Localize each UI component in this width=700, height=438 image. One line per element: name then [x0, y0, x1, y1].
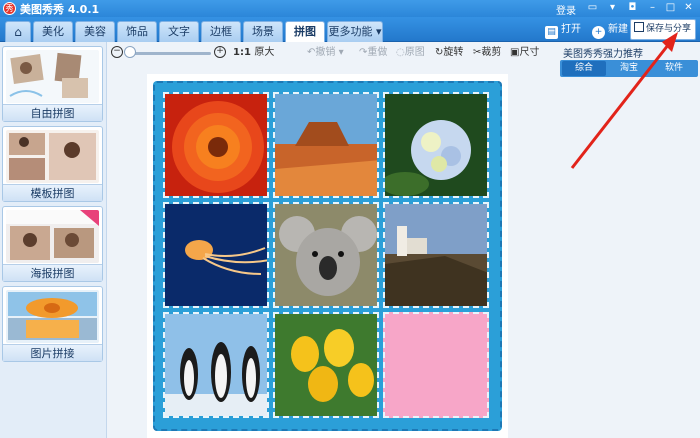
- zoom-in-icon[interactable]: +: [214, 46, 226, 58]
- home-icon: ⌂: [14, 25, 22, 39]
- image-stitch-label: 图片拼接: [3, 344, 102, 361]
- save-icon: [634, 22, 644, 32]
- left-panel: 自由拼图 模板拼图 海报拼图 图片拼接: [0, 42, 107, 438]
- redo-button[interactable]: ↷重做: [359, 46, 387, 60]
- main-tab-bar: ⌂ 美化 美容 饰品 文字 边框 场景 拼图 更多功能 ▾ ▤ 打开 + 新建 保存…: [0, 17, 700, 42]
- original-size-ratio: 1:1: [233, 47, 251, 58]
- free-collage-thumbnail: [6, 50, 99, 103]
- resize-label: 尺寸: [519, 47, 540, 58]
- rotate-label: 旋转: [443, 47, 464, 58]
- image-stitch-card[interactable]: 图片拼接: [2, 286, 103, 362]
- zoom-out-icon[interactable]: −: [111, 46, 123, 58]
- tab-beauty[interactable]: 美容: [75, 21, 115, 42]
- plus-circle-icon: +: [592, 26, 605, 39]
- tab-comprehensive[interactable]: 综合: [562, 61, 606, 76]
- collage-canvas[interactable]: [147, 74, 508, 438]
- crop-button[interactable]: ✂裁剪: [473, 46, 501, 60]
- open-label: 打开: [561, 24, 581, 35]
- login-link[interactable]: 登录: [556, 2, 576, 17]
- app-title: 美图秀秀 4.0.1: [20, 3, 100, 16]
- maximize-icon[interactable]: □: [664, 2, 677, 15]
- poster-collage-label: 海报拼图: [3, 264, 102, 281]
- collage-cell-lighthouse[interactable]: [383, 202, 489, 308]
- skin-icon[interactable]: ▭: [586, 2, 599, 15]
- collage-cell-jellyfish[interactable]: [163, 202, 269, 308]
- redo-label: 重做: [367, 47, 388, 58]
- app-logo-icon: 秀: [3, 2, 16, 15]
- tab-more-features[interactable]: 更多功能 ▾: [327, 21, 383, 42]
- image-stitch-thumbnail: [6, 290, 99, 343]
- collage-cell-koala[interactable]: [273, 202, 379, 308]
- new-button[interactable]: + 新建: [592, 21, 628, 39]
- original-size-button[interactable]: 1:1 原大: [233, 46, 274, 60]
- reset-icon: ◌: [396, 47, 405, 58]
- poster-collage-thumbnail: [6, 210, 99, 263]
- free-collage-label: 自由拼图: [3, 104, 102, 121]
- template-collage-card[interactable]: 模板拼图: [2, 126, 103, 202]
- template-collage-thumbnail: [6, 130, 99, 183]
- tab-home[interactable]: ⌂: [5, 21, 31, 42]
- tab-beautify[interactable]: 美化: [33, 21, 73, 42]
- recommend-title: 美图秀秀强力推荐: [563, 49, 643, 60]
- open-button[interactable]: ▤ 打开: [545, 21, 581, 39]
- minimize-icon[interactable]: –: [646, 2, 659, 15]
- title-bar: 秀 美图秀秀 4.0.1 登录 ▭ ▾ ◘ – □ ✕: [0, 0, 700, 17]
- tab-border[interactable]: 边框: [201, 21, 241, 42]
- template-collage-label: 模板拼图: [3, 184, 102, 201]
- new-label: 新建: [608, 24, 628, 35]
- menu-icon[interactable]: ▾: [606, 2, 619, 15]
- recommend-tabs: 综合 淘宝 软件: [560, 60, 698, 77]
- reset-button[interactable]: ◌原图: [396, 46, 425, 60]
- edit-toolbar: − + 1:1 原大 ↶撤销 ▾ ↷重做 ◌原图 ↻旋转 ✂裁剪 ▣尺寸: [107, 42, 547, 64]
- tab-collage[interactable]: 拼图: [285, 21, 325, 42]
- tab-taobao[interactable]: 淘宝: [607, 61, 651, 76]
- undo-button[interactable]: ↶撤销 ▾: [307, 46, 344, 60]
- folder-icon: ▤: [545, 26, 558, 39]
- tab-text[interactable]: 文字: [159, 21, 199, 42]
- settings-icon[interactable]: ◘: [626, 2, 639, 15]
- collage-cell-desert[interactable]: [273, 92, 379, 198]
- tab-software[interactable]: 软件: [652, 61, 696, 76]
- collage-cell-empty[interactable]: [383, 312, 489, 418]
- undo-chevron-icon: ▾: [335, 47, 344, 58]
- collage-cell-flower[interactable]: [163, 92, 269, 198]
- rotate-button[interactable]: ↻旋转: [435, 46, 463, 60]
- undo-label: 撤销: [315, 47, 336, 58]
- save-share-label: 保存与分享: [646, 24, 692, 34]
- save-share-button[interactable]: 保存与分享: [630, 19, 696, 40]
- poster-collage-card[interactable]: 海报拼图: [2, 206, 103, 282]
- tab-scene[interactable]: 场景: [243, 21, 283, 42]
- resize-button[interactable]: ▣尺寸: [510, 46, 539, 60]
- reset-label: 原图: [404, 47, 425, 58]
- original-size-text: 原大: [254, 47, 275, 58]
- zoom-slider-track[interactable]: [129, 52, 211, 55]
- close-icon[interactable]: ✕: [682, 2, 695, 15]
- collage-cell-hydrangea[interactable]: [383, 92, 489, 198]
- zoom-slider-thumb[interactable]: [124, 46, 136, 58]
- tab-more-label: 更多功能: [328, 25, 373, 38]
- chevron-down-icon: ▾: [372, 25, 382, 38]
- right-panel: 美图秀秀强力推荐 综合 淘宝 软件: [547, 42, 700, 438]
- tab-accessories[interactable]: 饰品: [117, 21, 157, 42]
- collage-cell-penguins[interactable]: [163, 312, 269, 418]
- collage-cell-tulips[interactable]: [273, 312, 379, 418]
- crop-label: 裁剪: [481, 47, 502, 58]
- free-collage-card[interactable]: 自由拼图: [2, 46, 103, 122]
